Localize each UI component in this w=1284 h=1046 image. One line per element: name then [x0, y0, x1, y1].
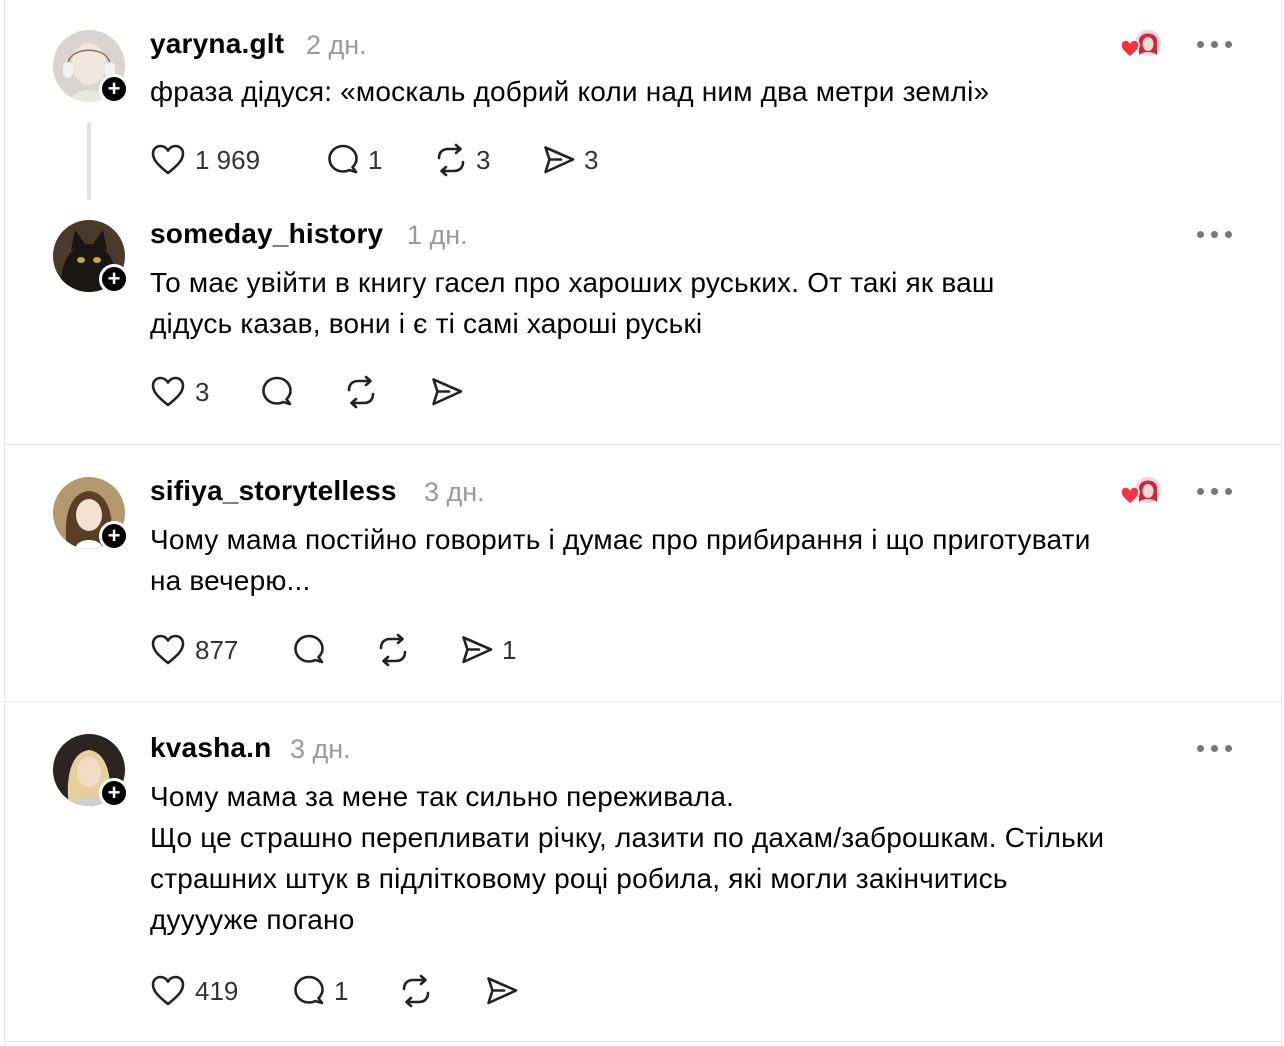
share-count: 1 — [502, 635, 517, 665]
reply-count: 1 — [334, 976, 349, 1006]
speech-bubble-icon — [325, 142, 361, 178]
paper-plane-icon — [429, 374, 465, 410]
more-options-icon[interactable] — [1197, 743, 1233, 753]
post-time[interactable]: 1 дн. — [407, 220, 468, 251]
post-text: фраза дідуся: «москаль добрий коли над н… — [150, 76, 990, 107]
follow-plus-icon[interactable]: + — [99, 264, 129, 294]
post-text: То має увійти в книгу гасел про хароших … — [150, 267, 995, 339]
paper-plane-icon — [484, 973, 520, 1009]
like-count: 3 — [195, 377, 210, 407]
repost-count: 3 — [476, 145, 491, 175]
share-count: 3 — [584, 145, 599, 175]
repost-arrows-icon — [398, 973, 434, 1009]
reply-count: 1 — [368, 145, 383, 175]
like-count: 419 — [195, 976, 239, 1006]
follow-plus-icon[interactable]: + — [99, 74, 129, 104]
post-divider — [5, 701, 1282, 702]
heart-outline-icon — [150, 142, 186, 178]
speech-bubble-icon — [291, 632, 327, 668]
post-divider — [5, 444, 1282, 445]
username[interactable]: kvasha.n — [150, 732, 271, 764]
post-text: Чому мама постійно говорить і думає про … — [150, 524, 1091, 596]
paper-plane-icon — [459, 632, 495, 668]
post-divider — [5, 1041, 1282, 1042]
post-time[interactable]: 3 дн. — [424, 477, 485, 508]
repost-arrows-icon — [433, 142, 469, 178]
follow-plus-icon[interactable]: + — [99, 521, 129, 551]
post-text: Чому мама за мене так сильно переживала.… — [150, 781, 1105, 935]
repost-arrows-icon — [375, 632, 411, 668]
like-count: 1 969 — [195, 145, 261, 175]
like-count: 877 — [195, 635, 239, 665]
paper-plane-icon — [541, 142, 577, 178]
username[interactable]: someday_history — [150, 218, 383, 250]
heart-outline-icon — [150, 374, 186, 410]
post-time[interactable]: 3 дн. — [290, 734, 351, 765]
follow-plus-icon[interactable]: + — [99, 778, 129, 808]
post-time[interactable]: 2 дн. — [306, 30, 367, 61]
thread-line — [87, 122, 91, 200]
speech-bubble-icon — [291, 973, 327, 1009]
heart-outline-icon — [150, 632, 186, 668]
username[interactable]: sifiya_storytelless — [150, 475, 397, 507]
heart-outline-icon — [150, 973, 186, 1009]
speech-bubble-icon — [259, 374, 295, 410]
more-options-icon[interactable] — [1197, 486, 1233, 496]
username[interactable]: yaryna.glt — [150, 28, 284, 60]
more-options-icon[interactable] — [1197, 229, 1233, 239]
repost-arrows-icon — [343, 374, 379, 410]
more-options-icon[interactable] — [1197, 39, 1233, 49]
liked-by-avatar[interactable] — [1119, 474, 1165, 508]
liked-by-avatar[interactable] — [1119, 27, 1165, 61]
